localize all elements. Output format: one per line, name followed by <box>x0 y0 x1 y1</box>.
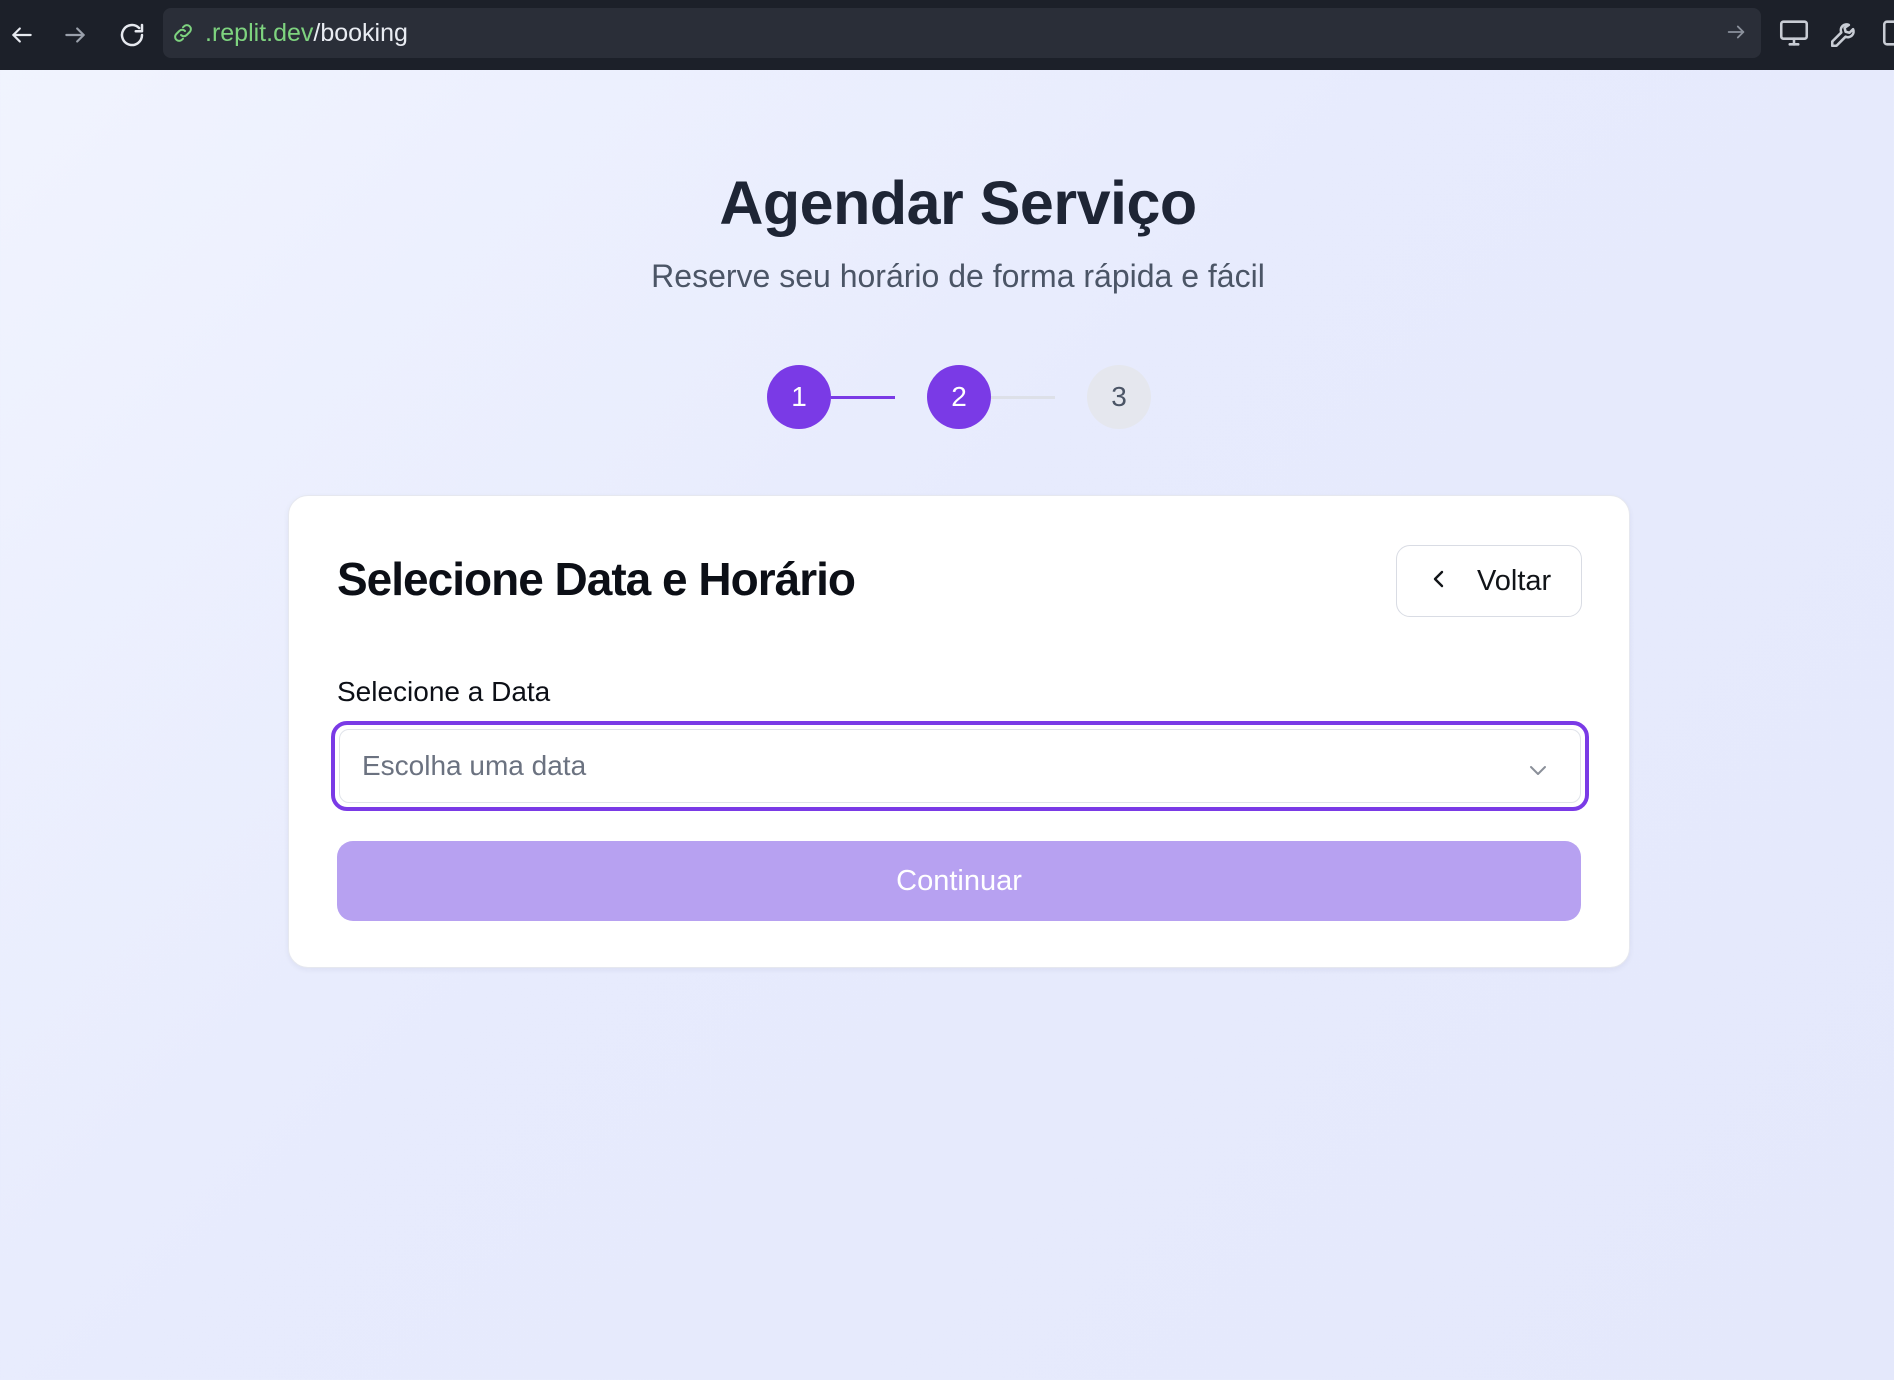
address-bar[interactable]: .replit.dev/booking <box>163 8 1761 58</box>
browser-toolbar: .replit.dev/booking <box>0 0 1894 70</box>
url-text: .replit.dev/booking <box>205 19 408 48</box>
date-time-card: Selecione Data e Horário Voltar Selecion… <box>288 495 1630 968</box>
step-3: 3 <box>1087 365 1151 429</box>
forward-arrow-icon[interactable] <box>53 13 97 57</box>
go-arrow-icon[interactable] <box>1725 21 1747 48</box>
back-button[interactable]: Voltar <box>1396 545 1582 617</box>
continue-button[interactable]: Continuar <box>337 841 1581 921</box>
date-select-placeholder: Escolha uma data <box>362 750 587 781</box>
chevron-left-icon <box>1427 567 1451 596</box>
step-connector-2 <box>991 396 1055 399</box>
url-host: .replit.dev <box>205 18 314 47</box>
url-path: /booking <box>313 18 408 47</box>
card-title: Selecione Data e Horário <box>337 553 856 605</box>
reload-icon[interactable] <box>110 13 154 57</box>
date-field-label: Selecione a Data <box>337 676 551 707</box>
link-icon <box>171 21 195 45</box>
back-button-label: Voltar <box>1477 564 1552 597</box>
chevron-down-icon <box>1526 758 1550 787</box>
panel-icon[interactable] <box>1880 16 1894 50</box>
back-arrow-icon[interactable] <box>0 13 44 57</box>
page-title: Agendar Serviço <box>719 169 1197 237</box>
step-connector-1 <box>831 396 895 399</box>
monitor-icon[interactable] <box>1777 16 1811 55</box>
wrench-icon[interactable] <box>1828 16 1862 55</box>
date-select[interactable]: Escolha uma data <box>331 721 1589 811</box>
step-2: 2 <box>927 365 991 429</box>
step-1: 1 <box>767 365 831 429</box>
date-select-box[interactable]: Escolha uma data <box>339 729 1581 803</box>
page-subtitle: Reserve seu horário de forma rápida e fá… <box>651 258 1265 294</box>
